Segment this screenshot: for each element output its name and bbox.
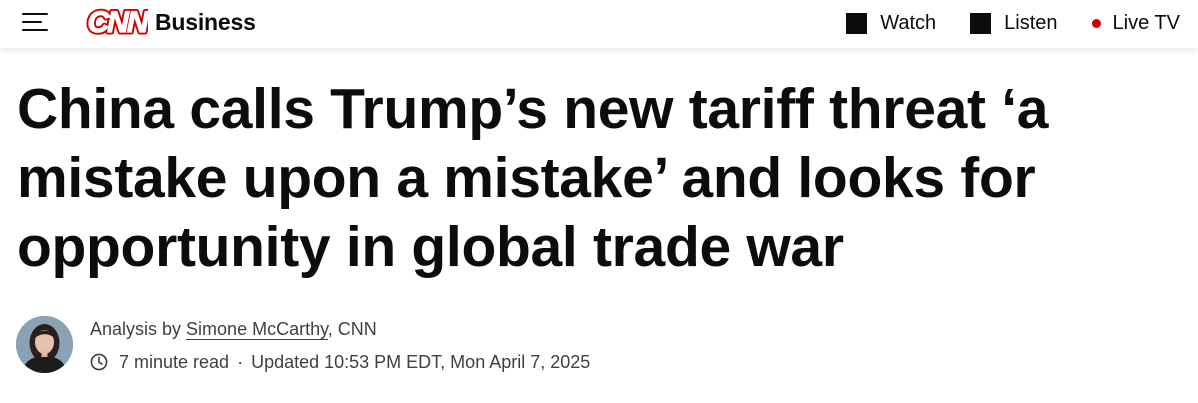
byline-prefix: Analysis by bbox=[90, 319, 187, 339]
live-tv-label: Live TV bbox=[1112, 11, 1180, 34]
meta-separator: · bbox=[237, 352, 244, 372]
header-nav: Watch Listen Live TV bbox=[812, 10, 1180, 36]
updated-timestamp: Updated 10:53 PM EDT, Mon April 7, 2025 bbox=[251, 352, 591, 372]
byline-suffix: , CNN bbox=[327, 319, 377, 339]
byline-line: Analysis by Simone McCarthy, CNN bbox=[90, 317, 590, 341]
cnn-business-logo[interactable]: CNN CNN Business bbox=[86, 5, 256, 39]
live-tv-link[interactable]: Live TV bbox=[1091, 11, 1180, 35]
listen-square-icon bbox=[970, 12, 992, 34]
author-link[interactable]: Simone McCarthy bbox=[186, 319, 328, 340]
listen-label: Listen bbox=[1004, 11, 1058, 34]
watch-link[interactable]: Watch bbox=[846, 12, 936, 35]
listen-link[interactable]: Listen bbox=[970, 11, 1058, 35]
watch-square-icon bbox=[846, 12, 868, 34]
article-byline: Analysis by Simone McCarthy, CNN 7 minut… bbox=[16, 316, 590, 374]
section-name: Business bbox=[155, 8, 256, 35]
article-headline: China calls Trump’s new tariff threat ‘a… bbox=[17, 77, 1049, 279]
live-dot-icon bbox=[1091, 18, 1101, 28]
top-navigation-bar: CNN CNN Business Watch Listen Live TV bbox=[0, 0, 1198, 48]
cnn-logo-icon: CNN CNN bbox=[86, 6, 148, 38]
watch-label: Watch bbox=[880, 11, 937, 34]
article-meta: 7 minute read · Updated 10:53 PM EDT, Mo… bbox=[90, 350, 590, 374]
hamburger-menu-icon[interactable] bbox=[22, 10, 48, 34]
svg-text:CNN: CNN bbox=[88, 6, 149, 38]
read-time: 7 minute read bbox=[119, 352, 230, 372]
author-avatar[interactable] bbox=[16, 316, 73, 373]
clock-icon bbox=[90, 353, 108, 371]
byline-text: Analysis by Simone McCarthy, CNN 7 minut… bbox=[90, 316, 590, 374]
